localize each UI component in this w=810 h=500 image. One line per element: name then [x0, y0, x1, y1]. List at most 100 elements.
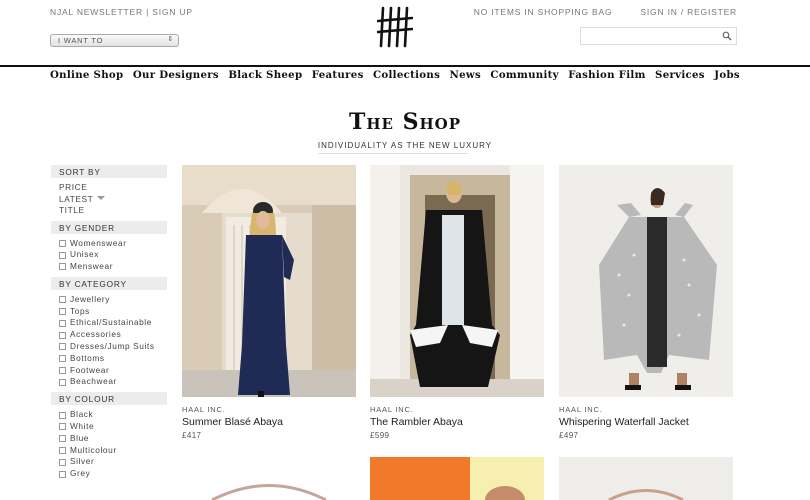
top-separator: |	[142, 7, 153, 17]
shopping-bag-link[interactable]: NO ITEMS IN SHOPPING BAG	[474, 7, 613, 17]
nav-item-online-shop[interactable]: Online Shop	[50, 69, 123, 81]
filter-footwear[interactable]: Footwear	[59, 365, 159, 377]
colour-header: BY COLOUR	[51, 392, 167, 406]
sort-price[interactable]: PRICE	[59, 182, 159, 194]
checkbox[interactable]	[59, 296, 66, 304]
product-name[interactable]: Whispering Waterfall Jacket	[559, 416, 689, 428]
nav-item-jobs[interactable]: Jobs	[714, 69, 740, 81]
search-icon[interactable]	[722, 31, 732, 41]
checkbox[interactable]	[59, 251, 66, 259]
signup-link[interactable]: SIGN UP	[152, 7, 193, 17]
product-name[interactable]: Summer Blasé Abaya	[182, 416, 283, 428]
filter-womenswear[interactable]: Womenswear	[59, 238, 159, 250]
filter-label: Grey	[70, 468, 91, 479]
product-image[interactable]	[559, 165, 733, 397]
checkbox[interactable]	[59, 308, 66, 316]
page-subtitle: INDIVIDUALITY AS THE NEW LUXURY	[317, 141, 493, 150]
sort-title[interactable]: TITLE	[59, 205, 159, 217]
product-image[interactable]	[182, 165, 356, 397]
filter-grey[interactable]: Grey	[59, 468, 159, 480]
filter-ethical-sustainable[interactable]: Ethical/Sustainable	[59, 317, 159, 329]
nav-item-community[interactable]: Community	[490, 69, 558, 81]
filter-label: Dresses/Jump Suits	[70, 341, 155, 352]
product-price: £497	[559, 431, 579, 440]
checkbox[interactable]	[59, 470, 66, 478]
checkbox[interactable]	[59, 458, 66, 466]
category-header: BY CATEGORY	[51, 276, 167, 290]
filter-label: Ethical/Sustainable	[70, 317, 152, 328]
nav-item-fashion-film[interactable]: Fashion Film	[568, 69, 645, 81]
sort-title-label: TITLE	[59, 205, 85, 215]
filter-sidebar: SORT BY PRICE LATEST TITLE BY GENDER Wom…	[51, 165, 167, 484]
filter-label: Multicolour	[70, 444, 117, 455]
gender-header: BY GENDER	[51, 220, 167, 234]
filter-label: Blue	[70, 432, 90, 443]
checkbox[interactable]	[59, 367, 66, 375]
newsletter-link[interactable]: NJAL NEWSLETTER	[50, 7, 143, 17]
search-input[interactable]	[580, 27, 737, 45]
checkbox[interactable]	[59, 239, 66, 247]
filter-bottoms[interactable]: Bottoms	[59, 353, 159, 365]
nav-item-black-sheep[interactable]: Black Sheep	[228, 69, 302, 81]
filter-dresses-jump-suits[interactable]: Dresses/Jump Suits	[59, 341, 159, 353]
product-price: £417	[182, 431, 202, 440]
filter-blue[interactable]: Blue	[59, 433, 159, 445]
nav-item-features[interactable]: Features	[312, 69, 364, 81]
top-links: NJAL NEWSLETTER | SIGN UP	[50, 7, 193, 17]
filter-label: Footwear	[70, 364, 110, 375]
filter-white[interactable]: White	[59, 421, 159, 433]
filter-jewellery[interactable]: Jewellery	[59, 294, 159, 306]
checkbox[interactable]	[59, 319, 66, 327]
i-want-to-label: I WANT TO	[58, 36, 104, 45]
colour-options: Black White Blue Multicolour Silver Grey	[51, 405, 167, 484]
filter-menswear[interactable]: Menswear	[59, 261, 159, 273]
filter-label: Jewellery	[70, 293, 110, 304]
checkbox[interactable]	[59, 355, 66, 363]
product-image[interactable]	[559, 457, 733, 500]
product-name[interactable]: The Rambler Abaya	[370, 416, 463, 428]
checkbox[interactable]	[59, 263, 66, 271]
filter-black[interactable]: Black	[59, 409, 159, 421]
caret-down-icon	[97, 195, 106, 200]
filter-tops[interactable]: Tops	[59, 306, 159, 318]
filter-multicolour[interactable]: Multicolour	[59, 445, 159, 457]
filter-silver[interactable]: Silver	[59, 456, 159, 468]
filter-unisex[interactable]: Unisex	[59, 249, 159, 261]
filter-beachwear[interactable]: Beachwear	[59, 376, 159, 388]
nav-item-collections[interactable]: Collections	[373, 69, 440, 81]
filter-label: Tops	[70, 305, 90, 316]
checkbox[interactable]	[59, 378, 66, 386]
product-card[interactable]: HAAL INC. The Rambler Abaya £599	[370, 165, 544, 440]
i-want-to-select[interactable]: I WANT TO ⇕	[50, 34, 179, 47]
product-image[interactable]	[370, 457, 544, 500]
checkbox[interactable]	[59, 411, 66, 419]
category-options: Jewellery Tops Ethical/Sustainable Acces…	[51, 290, 167, 392]
nav-item-services[interactable]: Services	[655, 69, 705, 81]
checkbox[interactable]	[59, 331, 66, 339]
checkbox[interactable]	[59, 423, 66, 431]
product-card[interactable]: HAAL INC. Summer Blasé Abaya £417	[182, 165, 356, 440]
filter-accessories[interactable]: Accessories	[59, 329, 159, 341]
nav-item-news[interactable]: News	[450, 69, 482, 81]
filter-label: Accessories	[70, 329, 122, 340]
checkbox[interactable]	[59, 343, 66, 351]
filter-label: White	[70, 421, 95, 432]
checkbox[interactable]	[59, 447, 66, 455]
brand-logo-icon[interactable]	[377, 6, 413, 48]
checkbox[interactable]	[59, 435, 66, 443]
sort-latest-label: LATEST	[59, 193, 94, 204]
main-nav: Online Shop Our Designers Black Sheep Fe…	[50, 69, 740, 81]
product-image[interactable]	[370, 165, 544, 397]
sort-latest[interactable]: LATEST	[59, 194, 159, 206]
page-title: The Shop	[348, 109, 462, 135]
filter-label: Beachwear	[70, 376, 117, 387]
sort-options: PRICE LATEST TITLE	[51, 178, 167, 221]
filter-label: Black	[70, 409, 94, 420]
filter-label: Womenswear	[70, 237, 127, 248]
product-brand: HAAL INC.	[370, 405, 414, 414]
nav-item-our-designers[interactable]: Our Designers	[133, 69, 219, 81]
product-card[interactable]: HAAL INC. Whispering Waterfall Jacket £4…	[559, 165, 733, 440]
sign-in-link[interactable]: SIGN IN / REGISTER	[640, 7, 737, 17]
product-image[interactable]	[182, 457, 356, 500]
select-arrows-icon: ⇕	[167, 36, 174, 43]
